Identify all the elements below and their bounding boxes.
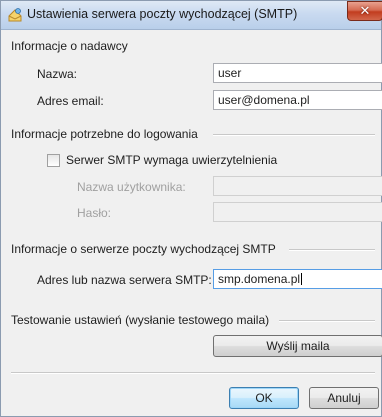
window-title: Ustawienia serwera poczty wychodzącej (S… <box>27 7 298 21</box>
password-label: Hasło: <box>77 206 112 220</box>
footer-separator <box>11 372 375 374</box>
close-button[interactable]: ✕ <box>347 1 382 21</box>
sender-section-label: Informacje o nadawcy <box>11 39 128 53</box>
email-label: Adres email: <box>37 94 104 108</box>
smtp-address-value: smp.domena.pl <box>218 272 301 286</box>
smtp-address-label: Adres lub nazwa serwera SMTP: <box>37 273 212 287</box>
username-label: Nazwa użytkownika: <box>77 180 186 194</box>
email-input[interactable]: user@domena.pl <box>213 90 382 110</box>
title-bar[interactable]: Ustawienia serwera poczty wychodzącej (S… <box>1 1 382 30</box>
username-input[interactable] <box>213 176 382 196</box>
test-separator <box>279 320 375 322</box>
server-section-label: Informacje o serwerze poczty wychodzącej… <box>11 242 276 256</box>
cancel-button[interactable]: Anuluj <box>309 387 379 409</box>
smtp-address-input[interactable]: smp.domena.pl <box>213 269 382 289</box>
name-label: Nazwa: <box>37 67 78 81</box>
login-section-label: Informacje potrzebne do logowania <box>11 127 198 141</box>
mail-app-icon <box>7 7 23 23</box>
text-caret <box>301 273 303 285</box>
ok-button[interactable]: OK <box>229 387 299 409</box>
auth-required-label[interactable]: Serwer SMTP wymaga uwierzytelnienia <box>66 153 277 167</box>
smtp-settings-dialog: Ustawienia serwera poczty wychodzącej (S… <box>0 0 382 417</box>
name-input[interactable]: user <box>213 63 382 83</box>
login-separator <box>213 134 375 136</box>
test-section-label: Testowanie ustawień (wysłanie testowego … <box>11 313 270 327</box>
password-input[interactable] <box>213 202 382 222</box>
server-separator <box>289 249 375 251</box>
send-test-mail-button[interactable]: Wyślij maila <box>213 335 382 357</box>
close-icon: ✕ <box>359 3 371 18</box>
auth-required-checkbox[interactable] <box>47 154 60 167</box>
